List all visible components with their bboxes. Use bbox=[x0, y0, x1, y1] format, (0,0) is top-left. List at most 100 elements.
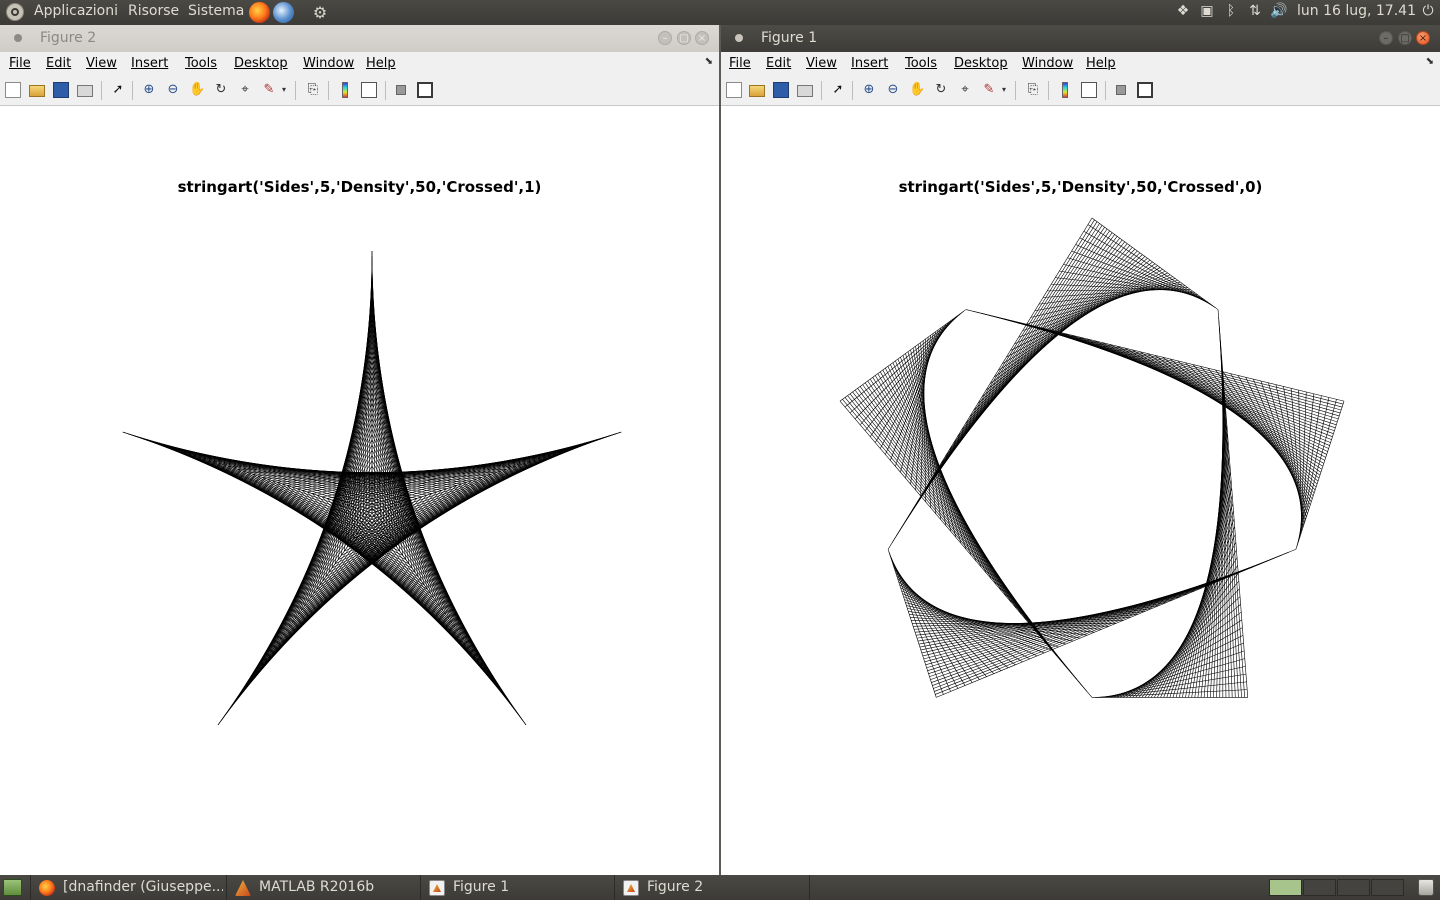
menu-help[interactable]: Help bbox=[1086, 56, 1116, 71]
menu-insert[interactable]: Insert bbox=[131, 56, 168, 71]
brush-dropdown-icon[interactable]: ▾ bbox=[999, 82, 1009, 98]
window-titlebar[interactable]: Figure 2 – □ × bbox=[0, 25, 719, 52]
zoom-in-icon[interactable]: ⊕ bbox=[141, 82, 157, 98]
menu-tools[interactable]: Tools bbox=[185, 56, 217, 71]
insert-legend-icon[interactable] bbox=[1081, 82, 1097, 98]
brush-icon[interactable]: ✎ bbox=[261, 82, 277, 98]
menu-edit[interactable]: Edit bbox=[766, 56, 791, 71]
toolbar-separator bbox=[852, 81, 853, 100]
menu-window[interactable]: Window bbox=[1022, 56, 1073, 71]
pan-icon[interactable]: ✋ bbox=[189, 82, 205, 98]
volume-icon[interactable]: 🔊 bbox=[1269, 3, 1289, 19]
menu-applicazioni[interactable]: Applicazioni bbox=[34, 3, 118, 19]
rotate-3d-icon[interactable]: ↻ bbox=[933, 82, 949, 98]
figure-icon bbox=[623, 880, 639, 896]
trash-icon[interactable] bbox=[1418, 879, 1434, 896]
undock-arrow-icon[interactable]: ⬊ bbox=[1426, 56, 1434, 67]
menu-file[interactable]: File bbox=[9, 56, 31, 71]
string-line bbox=[1163, 518, 1235, 698]
task-matlab[interactable]: MATLAB R2016b bbox=[226, 875, 420, 900]
string-line bbox=[1079, 237, 1211, 305]
new-figure-icon[interactable] bbox=[5, 82, 21, 98]
data-cursor-icon[interactable]: ⌖ bbox=[957, 82, 973, 98]
bluetooth-icon[interactable]: ᛒ bbox=[1221, 3, 1241, 19]
workspace-4[interactable] bbox=[1371, 879, 1404, 896]
string-line bbox=[1157, 534, 1236, 698]
menu-view[interactable]: View bbox=[86, 56, 117, 71]
show-desktop-icon[interactable] bbox=[3, 879, 22, 896]
dropbox-icon[interactable]: ❖ bbox=[1173, 3, 1193, 19]
power-icon[interactable]: ⏻ bbox=[1418, 3, 1438, 19]
close-icon[interactable]: × bbox=[1416, 31, 1430, 45]
edit-plot-icon[interactable]: ➚ bbox=[110, 82, 126, 98]
string-line bbox=[1177, 360, 1318, 485]
menu-help[interactable]: Help bbox=[366, 56, 396, 71]
string-line bbox=[1150, 549, 1237, 698]
figure-canvas[interactable]: stringart('Sides',5,'Density',50,'Crosse… bbox=[0, 106, 719, 875]
save-figure-icon[interactable] bbox=[53, 82, 69, 98]
transfer-icon[interactable]: ⇅ bbox=[1245, 3, 1265, 19]
undock-arrow-icon[interactable]: ⬊ bbox=[705, 56, 713, 67]
menu-window[interactable]: Window bbox=[303, 56, 354, 71]
new-figure-icon[interactable] bbox=[726, 82, 742, 98]
pan-icon[interactable]: ✋ bbox=[909, 82, 925, 98]
window-titlebar[interactable]: Figure 1 – □ × bbox=[721, 25, 1440, 52]
link-plot-icon[interactable]: ⎘ bbox=[305, 82, 321, 98]
edit-plot-icon[interactable]: ➚ bbox=[830, 82, 846, 98]
brush-icon[interactable]: ✎ bbox=[981, 82, 997, 98]
network-settings-icon[interactable]: ⚙ bbox=[308, 2, 332, 23]
brush-dropdown-icon[interactable]: ▾ bbox=[279, 82, 289, 98]
menu-file[interactable]: File bbox=[729, 56, 751, 71]
menu-risorse[interactable]: Risorse bbox=[128, 3, 179, 19]
task-firefox[interactable]: [dnafinder (Giuseppe... bbox=[30, 875, 226, 900]
show-plot-tools-icon[interactable] bbox=[417, 82, 433, 98]
menu-view[interactable]: View bbox=[806, 56, 837, 71]
open-file-icon[interactable] bbox=[749, 85, 765, 97]
menu-sistema[interactable]: Sistema bbox=[188, 3, 244, 19]
network-icon[interactable]: ▣ bbox=[1197, 3, 1217, 19]
string-line bbox=[1129, 604, 1241, 698]
task-label: MATLAB R2016b bbox=[259, 879, 375, 895]
window-menu-icon[interactable] bbox=[14, 34, 22, 42]
toolbar-separator bbox=[132, 81, 133, 100]
insert-legend-icon[interactable] bbox=[361, 82, 377, 98]
ubuntu-logo-icon[interactable] bbox=[6, 3, 24, 21]
workspace-1[interactable] bbox=[1269, 879, 1302, 896]
link-plot-icon[interactable]: ⎘ bbox=[1025, 82, 1041, 98]
firefox-icon[interactable] bbox=[249, 2, 270, 23]
task-figure-1[interactable]: Figure 1 bbox=[420, 875, 614, 900]
save-figure-icon[interactable] bbox=[773, 82, 789, 98]
zoom-in-icon[interactable]: ⊕ bbox=[861, 82, 877, 98]
maximize-icon[interactable]: □ bbox=[1398, 31, 1412, 45]
thunderbird-icon[interactable] bbox=[273, 2, 294, 23]
hide-plot-tools-icon[interactable] bbox=[396, 85, 406, 95]
menu-desktop[interactable]: Desktop bbox=[234, 56, 288, 71]
menu-edit[interactable]: Edit bbox=[46, 56, 71, 71]
insert-colorbar-icon[interactable] bbox=[1062, 82, 1068, 98]
workspace-3[interactable] bbox=[1337, 879, 1370, 896]
clock[interactable]: lun 16 lug, 17.41 bbox=[1297, 3, 1416, 19]
menu-insert[interactable]: Insert bbox=[851, 56, 888, 71]
window-menu-icon[interactable] bbox=[735, 34, 743, 42]
print-figure-icon[interactable] bbox=[797, 85, 813, 97]
data-cursor-icon[interactable]: ⌖ bbox=[237, 82, 253, 98]
menu-tools[interactable]: Tools bbox=[905, 56, 937, 71]
show-plot-tools-icon[interactable] bbox=[1137, 82, 1153, 98]
task-figure-2[interactable]: Figure 2 bbox=[614, 875, 810, 900]
close-icon[interactable]: × bbox=[695, 31, 709, 45]
string-line bbox=[1095, 689, 1248, 698]
minimize-icon[interactable]: – bbox=[658, 31, 672, 45]
menu-desktop[interactable]: Desktop bbox=[954, 56, 1008, 71]
hide-plot-tools-icon[interactable] bbox=[1116, 85, 1126, 95]
minimize-icon[interactable]: – bbox=[1379, 31, 1393, 45]
insert-colorbar-icon[interactable] bbox=[342, 82, 348, 98]
zoom-out-icon[interactable]: ⊖ bbox=[885, 82, 901, 98]
maximize-icon[interactable]: □ bbox=[677, 31, 691, 45]
open-file-icon[interactable] bbox=[29, 85, 45, 97]
figure-toolbar: ➚ ⊕ ⊖ ✋ ↻ ⌖ ✎ ▾ ⎘ bbox=[0, 75, 719, 106]
rotate-3d-icon[interactable]: ↻ bbox=[213, 82, 229, 98]
print-figure-icon[interactable] bbox=[77, 85, 93, 97]
workspace-2[interactable] bbox=[1303, 879, 1336, 896]
zoom-out-icon[interactable]: ⊖ bbox=[165, 82, 181, 98]
figure-canvas[interactable]: stringart('Sides',5,'Density',50,'Crosse… bbox=[721, 106, 1440, 875]
